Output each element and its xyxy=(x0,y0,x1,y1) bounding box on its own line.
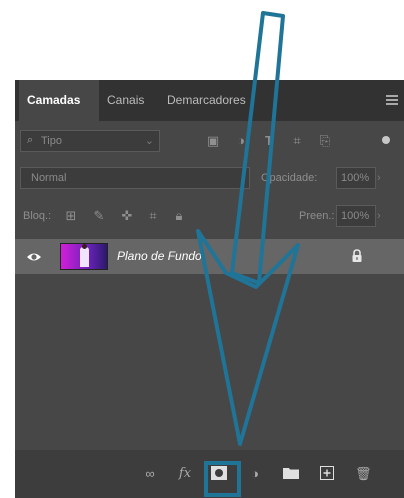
annotation-arrow-overlay xyxy=(196,11,300,497)
